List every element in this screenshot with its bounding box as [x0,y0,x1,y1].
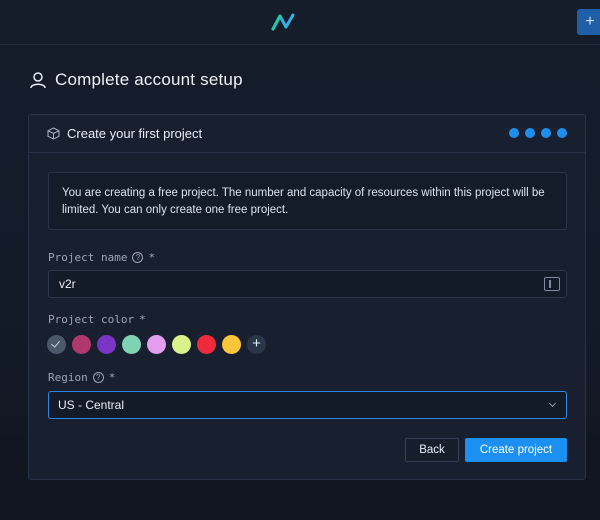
color-picker: + [47,335,266,354]
card-title: Create your first project [67,126,203,141]
logo-icon[interactable] [271,12,295,32]
user-icon [30,72,46,89]
add-button[interactable]: + [577,9,600,35]
region-select[interactable]: US - Central [48,391,567,419]
color-swatch[interactable] [47,335,66,354]
required-marker: * [148,251,156,264]
color-swatch[interactable] [197,335,216,354]
sidebar-panel-icon[interactable] [544,277,560,291]
page-title: Complete account setup [55,70,243,89]
step-dot [557,128,567,138]
step-dot [509,128,519,138]
free-project-notice: You are creating a free project. The num… [48,172,567,230]
help-icon[interactable]: ? [92,372,104,383]
help-icon[interactable]: ? [132,252,144,263]
add-color-button[interactable]: + [247,335,266,354]
card-header: Create your first project [29,115,585,153]
region-value: US - Central [58,398,125,412]
region-label-text: Region [48,371,88,384]
color-swatch[interactable] [72,335,91,354]
create-project-button[interactable]: Create project [465,438,567,462]
project-name-input[interactable]: v2r [48,270,567,298]
back-button[interactable]: Back [405,438,459,462]
color-swatch[interactable] [97,335,116,354]
color-swatch[interactable] [147,335,166,354]
step-dot [525,128,535,138]
required-marker: * [108,371,116,384]
color-swatch[interactable] [222,335,241,354]
top-bar: + [0,0,600,45]
step-indicator [509,128,567,138]
region-label: Region ? * [48,371,115,384]
required-marker: * [139,313,146,326]
project-name-label-text: Project name [48,251,128,264]
project-color-label: Project color * [48,313,146,326]
project-name-value: v2r [59,277,76,291]
project-name-label: Project name ? * [48,251,155,264]
page-header: Complete account setup [29,70,243,90]
cube-icon [47,127,60,140]
project-setup-card: Create your first project You are creati… [28,114,586,480]
color-swatch[interactable] [122,335,141,354]
chevron-down-icon [548,399,557,408]
project-color-label-text: Project color [48,313,135,326]
step-dot [541,128,551,138]
color-swatch[interactable] [172,335,191,354]
